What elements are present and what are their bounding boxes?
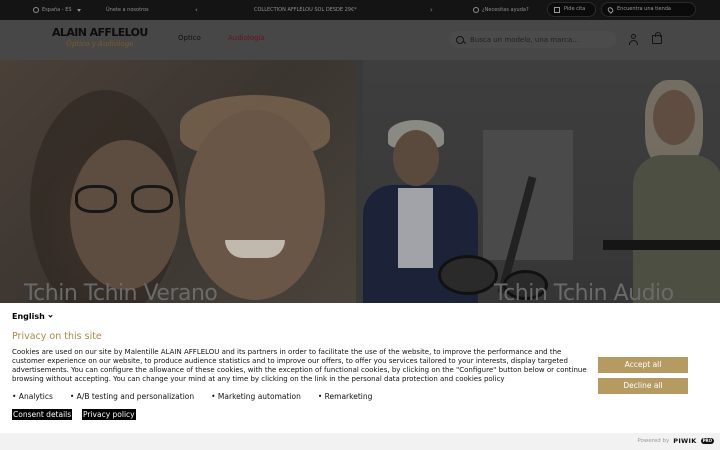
search-icon[interactable] [456,35,464,44]
calendar-icon [554,6,560,13]
chevron-down-icon [48,313,53,318]
consent-title: Privacy on this site [12,331,102,342]
chevron-down-icon [76,8,81,12]
help-link-label: ¿Necesitas ayuda? [482,7,529,13]
nav-optico[interactable]: Óptico [178,34,201,42]
privacy-policy-link[interactable]: Privacy policy [82,409,136,420]
appointment-button[interactable]: Pide cita [547,2,596,17]
appointment-button-label: Pide cita [564,6,586,12]
purpose-marketing-automation: • Marketing automation [211,392,301,401]
purpose-remarketing: • Remarketing [317,392,373,401]
help-link[interactable]: ¿Necesitas ayuda? [473,0,529,20]
consent-details-link[interactable]: Consent details [12,409,73,420]
brand-logo[interactable]: ALAIN AFFLELOU Óptico y Audiólogo [52,26,148,54]
consent-description: Cookies are used on our site by Malentil… [12,348,587,383]
location-pin-icon [606,5,615,14]
search-bar[interactable] [449,31,617,48]
account-icon[interactable] [628,34,639,46]
keyboard-image [603,240,720,250]
site-header: ALAIN AFFLELOU Óptico y Audiólogo Óptico… [0,20,720,60]
accept-all-button[interactable]: Accept all [598,357,688,373]
powered-by-bar: Powered by PIWIK PRO [0,433,720,450]
purpose-ab-testing: • A/B testing and personalization [69,392,195,401]
logo-tagline: Óptico y Audiólogo [66,40,134,48]
powered-by-label: Powered by [637,438,670,444]
hero-banner-verano[interactable] [0,60,356,310]
promo-next-arrow[interactable]: › [430,0,433,20]
promo-prev-arrow[interactable]: ‹ [195,0,198,20]
join-link[interactable]: Únete a nosotros [106,0,149,20]
eyeglasses-image [75,185,175,213]
store-finder-button[interactable]: Encuentra una tienda [601,2,696,17]
shopping-bag-icon[interactable] [652,32,662,44]
language-selector-label: España - ES [42,7,72,13]
globe-icon [33,7,39,13]
decline-all-button[interactable]: Decline all [598,378,688,394]
help-icon [473,7,479,13]
consent-language-label: English [12,312,45,321]
purpose-analytics: • Analytics [12,392,53,401]
cookie-consent-panel: English Privacy on this site Cookies are… [0,303,720,433]
drum-image [438,255,498,295]
consent-purposes-list: • Analytics • A/B testing and personaliz… [12,392,372,401]
logo-wordmark: ALAIN AFFLELOU [52,26,148,39]
consent-language-selector[interactable]: English [12,312,53,321]
hero-banner-audio[interactable] [363,60,720,310]
promo-banner-text[interactable]: COLLECTION AFFLELOU SOL DESDE 29€* [254,0,357,20]
search-input[interactable] [470,35,610,44]
store-finder-button-label: Encuentra una tienda [617,6,671,12]
nav-audiologia[interactable]: Audiología [228,34,265,42]
top-utility-bar: España - ES Únete a nosotros ‹ COLLECTIO… [0,0,720,20]
piwik-pro-badge: PRO [700,438,714,444]
language-selector[interactable]: España - ES [33,0,81,20]
piwik-logo: PIWIK [673,437,697,445]
piwik-badge[interactable]: Powered by PIWIK PRO [637,437,714,445]
